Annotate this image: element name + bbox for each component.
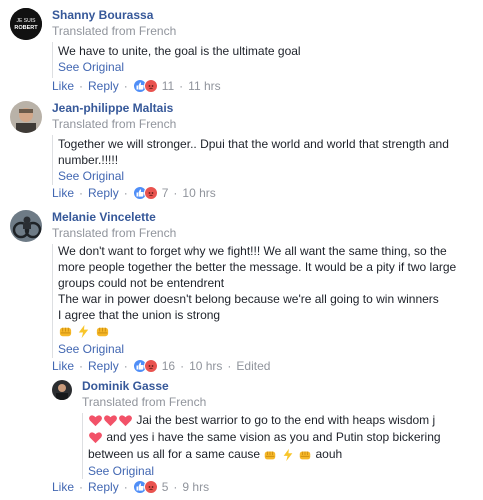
reply-button[interactable]: Reply [88,79,119,93]
commenter-name[interactable]: Melanie Vincelette [52,210,156,224]
comment-actions: Like · Reply · 7 · 10 hrs [52,186,216,200]
translation-divider [52,244,53,358]
like-button[interactable]: Like [52,186,74,200]
reply-button[interactable]: Reply [88,359,119,373]
translation-divider [82,413,83,479]
edited-label[interactable]: Edited [236,359,270,373]
angry-reaction-icon [143,480,158,494]
like-button[interactable]: Like [52,359,74,373]
timestamp[interactable]: 11 hrs [188,79,220,93]
reactions-summary[interactable] [132,359,158,373]
comment-actions: Like · Reply · 5 · 9 hrs [52,480,210,494]
comment-text: Jai the best warrior to go to the end wi… [88,412,478,479]
angry-reaction-icon [143,186,158,200]
angry-reaction-icon [143,359,158,373]
commenter-name[interactable]: Jean-philippe Maltais [52,101,173,115]
fist-icon [298,448,312,462]
heart-icon [88,430,103,445]
heart-icon [88,413,103,428]
lightning-icon [281,448,295,462]
timestamp[interactable]: 10 hrs [182,186,215,200]
comment-line: more people together the better the mess… [58,260,457,274]
lightning-icon [76,324,91,339]
comment-actions: Like · Reply · 16 · 10 hrs · Edited [52,359,271,373]
avatar[interactable] [10,210,42,242]
comment-line-end: aouh [315,447,343,461]
see-original-link[interactable]: See Original [58,59,473,75]
comment-jean-philippe: Jean-philippe Maltais Translated from Fr… [10,101,480,201]
reaction-count[interactable]: 7 [162,186,169,200]
heart-icon [118,413,133,428]
comment-text: We don't want to forget why we fight!!! … [58,243,473,357]
comment-shanny: JE SUIS ROBERT Shanny Bourassa Translate… [10,8,480,93]
avatar[interactable] [52,380,72,400]
comment-line: between us all for a same cause [88,447,261,461]
reaction-count[interactable]: 5 [162,480,169,494]
reply-dominik: Dominik Gasse Translated from French Jai… [52,379,480,494]
reaction-count[interactable]: 11 [162,79,174,93]
avatar-text-1: JE SUIS [17,18,37,24]
comment-actions: Like · Reply · 11 · 11 hrs [52,79,221,93]
comment-line: Jai the best warrior to go to the end wi… [136,413,436,427]
comment-line: groups could not be entendrent [58,276,225,290]
reactions-summary[interactable] [132,186,158,200]
fist-icon [263,448,277,462]
commenter-name[interactable]: Shanny Bourassa [52,8,153,22]
translated-label: Translated from French [52,24,177,38]
commenter-name[interactable]: Dominik Gasse [82,379,169,393]
comment-text: Together we will stronger.. Dpui that th… [58,136,473,184]
comment-line: Together we will stronger.. Dpui that th… [58,137,449,151]
timestamp[interactable]: 9 hrs [182,480,209,494]
comment-line: We have to unite, the goal is the ultima… [58,44,301,58]
translated-label: Translated from French [52,117,177,131]
fist-icon [95,324,110,339]
reply-button[interactable]: Reply [88,186,119,200]
translation-divider [52,42,53,78]
reactions-summary[interactable] [132,480,158,494]
heart-icon [103,413,118,428]
translation-divider [52,135,53,185]
reaction-count[interactable]: 16 [162,359,175,373]
comment-line: I agree that the union is strong [58,308,221,322]
fist-icon [58,324,73,339]
see-original-link[interactable]: See Original [88,463,478,479]
translated-label: Translated from French [52,226,177,240]
avatar[interactable]: JE SUIS ROBERT [10,8,42,40]
emoji-line [58,323,473,341]
like-button[interactable]: Like [52,480,74,494]
timestamp[interactable]: 10 hrs [189,359,222,373]
angry-reaction-icon [143,79,158,93]
translated-label: Translated from French [82,395,207,409]
comment-text: We have to unite, the goal is the ultima… [58,43,473,75]
see-original-link[interactable]: See Original [58,341,473,357]
see-original-link[interactable]: See Original [58,168,473,184]
comment-line: The war in power doesn't belong because … [58,292,439,306]
avatar[interactable] [10,101,42,133]
comment-line: number.!!!!! [58,153,119,167]
reply-button[interactable]: Reply [88,480,119,494]
comment-line: and yes i have the same vision as you an… [106,430,441,444]
like-button[interactable]: Like [52,79,74,93]
reactions-summary[interactable] [132,79,158,93]
comment-line: We don't want to forget why we fight!!! … [58,244,447,258]
avatar-text-2: ROBERT [14,25,38,31]
comment-melanie: Melanie Vincelette Translated from Frenc… [10,210,480,375]
